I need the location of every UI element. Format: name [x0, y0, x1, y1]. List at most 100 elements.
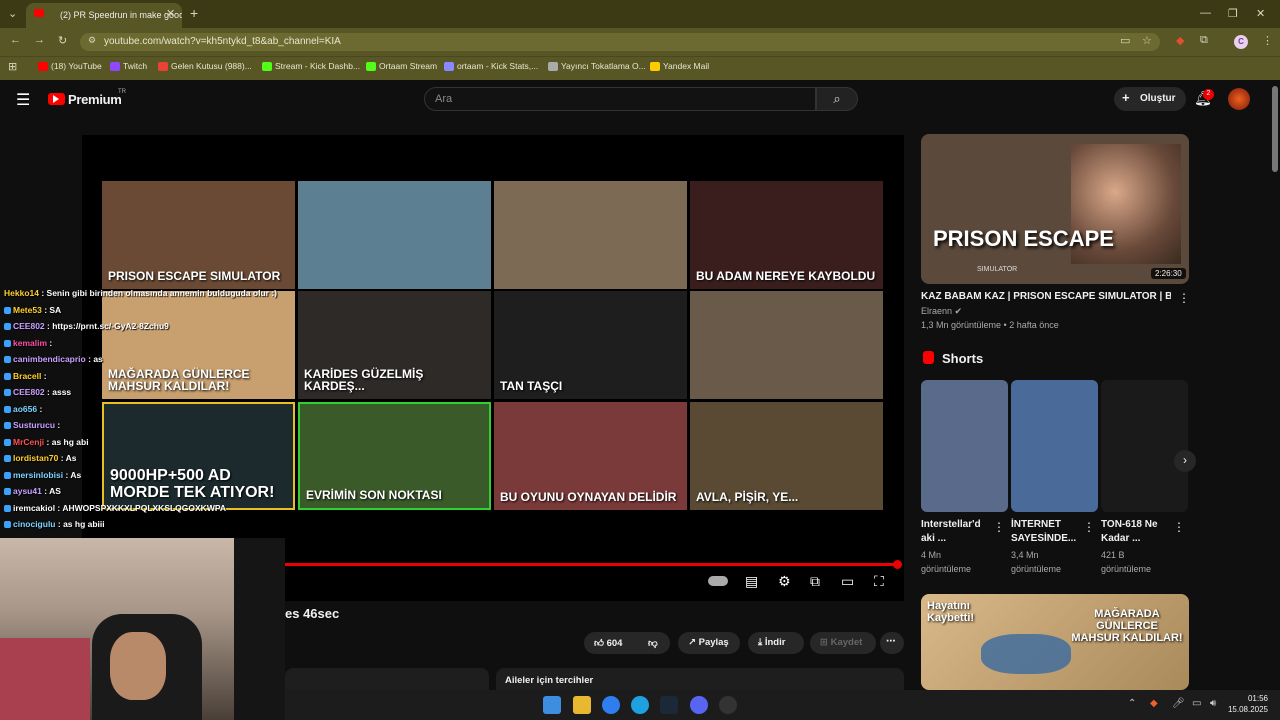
- short-options-icon[interactable]: ⋮: [993, 520, 1005, 534]
- tray-chevron-icon[interactable]: ⌃: [1128, 698, 1136, 709]
- chat-separator: :: [41, 370, 47, 381]
- bookmark-item[interactable]: ortaam - Kick Stats,...: [444, 61, 538, 72]
- recommended-thumbnail[interactable]: PRISON ESCAPE SIMULATOR 2:26:30: [921, 134, 1189, 284]
- like-button[interactable]: 👍︎ 604 👎︎: [584, 632, 670, 654]
- theater-mode-icon[interactable]: ▭: [841, 573, 854, 590]
- endscreen-video-tile[interactable]: BU ADAM NEREYE KAYBOLDU: [690, 181, 883, 289]
- bookmark-item[interactable]: Stream - Kick Dashb...: [262, 61, 360, 72]
- bookmark-item[interactable]: Yayıncı Tokatlama O...: [548, 61, 646, 72]
- close-tab-icon[interactable]: ✕: [166, 7, 175, 20]
- discord-icon[interactable]: [690, 696, 708, 714]
- tray-app-icon[interactable]: ◆: [1150, 698, 1158, 709]
- endscreen-video-tile[interactable]: TAN TAŞÇI: [494, 291, 687, 399]
- edge-icon[interactable]: [631, 696, 649, 714]
- chat-message: canimbendicaprio : as: [4, 354, 103, 364]
- bookmark-item[interactable]: Ortaam Stream: [366, 61, 437, 72]
- chrome-icon[interactable]: [602, 696, 620, 714]
- endscreen-video-tile[interactable]: [298, 181, 491, 289]
- menu-kebab-icon[interactable]: ⋮: [1262, 34, 1273, 47]
- short-title[interactable]: TON-618 Ne Kadar ...: [1101, 518, 1167, 546]
- bookmark-star-icon[interactable]: ☆: [1142, 34, 1152, 47]
- channel-name[interactable]: Elraenn ✔: [921, 306, 962, 317]
- settings-gear-icon[interactable]: ⚙: [778, 573, 791, 590]
- download-button[interactable]: ⤓ İndir: [748, 632, 804, 654]
- forward-icon[interactable]: →: [34, 34, 45, 46]
- search-input[interactable]: Ara: [424, 87, 816, 111]
- extension-icon[interactable]: ◆: [1176, 34, 1184, 47]
- obs-icon[interactable]: [719, 696, 737, 714]
- short-title[interactable]: İNTERNET SAYESİNDE...: [1011, 518, 1077, 546]
- progress-bar[interactable]: [285, 563, 897, 566]
- subtitles-icon[interactable]: ▤: [745, 573, 758, 590]
- endscreen-video-tile[interactable]: 9000HP+500 AD MORDE TEK ATIYOR!: [102, 402, 295, 510]
- search-button[interactable]: ⌕: [816, 87, 858, 111]
- tab-list-icon[interactable]: ⌄: [8, 7, 17, 20]
- endscreen-video-tile[interactable]: AVLA, PİŞİR, YE...: [690, 402, 883, 510]
- endscreen-video-tile[interactable]: MAĞARADA GÜNLERCE MAHSUR KALDILAR!: [102, 291, 295, 399]
- minimize-icon[interactable]: —: [1200, 7, 1211, 19]
- short-options-icon[interactable]: ⋮: [1083, 520, 1095, 534]
- short-thumbnail[interactable]: [921, 380, 1008, 512]
- miniplayer-icon[interactable]: ⧉: [810, 573, 820, 590]
- short-thumbnail[interactable]: [1101, 380, 1188, 512]
- hamburger-menu-icon[interactable]: ☰: [16, 90, 30, 110]
- file-explorer-icon[interactable]: [573, 696, 591, 714]
- short-thumbnail[interactable]: [1011, 380, 1098, 512]
- reload-icon[interactable]: ↻: [58, 34, 67, 47]
- fullscreen-icon[interactable]: ⛶: [874, 573, 884, 590]
- endscreen-video-tile[interactable]: BU OYUNU OYNAYAN DELİDİR: [494, 402, 687, 510]
- apps-grid-icon[interactable]: ⊞: [8, 60, 17, 73]
- video-meta: 1,3 Mn görüntüleme • 2 hafta önce: [921, 320, 1059, 330]
- microphone-icon[interactable]: 🎤︎: [1172, 698, 1185, 709]
- new-tab-icon[interactable]: +: [190, 5, 198, 21]
- bookmark-item[interactable]: Gelen Kutusu (988)...: [158, 61, 252, 72]
- maximize-icon[interactable]: ❐: [1228, 7, 1238, 20]
- chat-badge-icon: [4, 488, 11, 496]
- window-close-icon[interactable]: ✕: [1256, 7, 1265, 20]
- page-scrollbar[interactable]: [1272, 86, 1278, 172]
- endscreen-video-tile[interactable]: PRISON ESCAPE SIMULATOR: [102, 181, 295, 289]
- recommended-video-title[interactable]: KAZ BABAM KAZ | PRISON ESCAPE SIMULATOR …: [921, 291, 1171, 302]
- bookmark-item[interactable]: Twitch: [110, 61, 147, 72]
- thumbs-down-icon[interactable]: 👎︎: [648, 637, 658, 649]
- chat-badge-icon: [4, 389, 11, 397]
- short-options-icon[interactable]: ⋮: [1173, 520, 1185, 534]
- volume-icon[interactable]: 🔊︎: [1210, 698, 1216, 709]
- account-avatar[interactable]: [1228, 88, 1250, 110]
- shorts-next-arrow-icon[interactable]: ›: [1174, 450, 1196, 472]
- site-info-icon[interactable]: ⚙: [88, 35, 96, 46]
- endscreen-video-tile[interactable]: KARİDES GÜZELMİŞ KARDEŞ...: [298, 291, 491, 399]
- endscreen-video-tile[interactable]: EVRİMİN SON NOKTASI: [298, 402, 491, 510]
- thumbnail-subtitle: SIMULATOR: [977, 266, 1018, 273]
- browser-tab[interactable]: (2) PR Speedrun in make good: [26, 3, 182, 28]
- save-button[interactable]: ⊞ Kaydet: [810, 632, 876, 654]
- clock-time[interactable]: 01:56: [1236, 694, 1268, 703]
- chat-username: cinocigulu: [13, 519, 56, 529]
- short-title[interactable]: Interstellar'd aki ...: [921, 518, 987, 546]
- shorts-heading: Shorts: [942, 351, 984, 366]
- network-icon[interactable]: ▭: [1192, 698, 1201, 709]
- start-windows-icon[interactable]: [543, 696, 561, 714]
- youtube-logo-text[interactable]: Premium: [68, 92, 122, 107]
- endscreen-video-tile[interactable]: [494, 181, 687, 289]
- endscreen-video-tile[interactable]: [690, 291, 883, 399]
- bookmark-item[interactable]: Yandex Mail: [650, 61, 709, 72]
- clock-date[interactable]: 15.08.2025: [1222, 705, 1268, 714]
- back-icon[interactable]: ←: [10, 34, 21, 46]
- video-options-icon[interactable]: ⋮: [1178, 291, 1190, 305]
- cast-icon[interactable]: ▭: [1120, 34, 1130, 47]
- profile-avatar[interactable]: C: [1234, 35, 1248, 49]
- more-actions-button[interactable]: ⋯: [880, 632, 904, 654]
- progress-scrubber[interactable]: [893, 560, 902, 569]
- extensions-puzzle-icon[interactable]: ⧉: [1200, 34, 1208, 47]
- share-button[interactable]: ↗ Paylaş: [678, 632, 740, 654]
- steam-icon[interactable]: [660, 696, 678, 714]
- url-field[interactable]: youtube.com/watch?v=kh5ntykd_t8&ab_chann…: [80, 33, 1160, 51]
- create-button[interactable]: + Oluştur: [1114, 87, 1186, 111]
- next-recommended-thumbnail[interactable]: Hayatını Kaybetti! MAĞARADA GÜNLERCE MAH…: [921, 594, 1189, 690]
- autoplay-toggle[interactable]: [708, 576, 728, 586]
- bookmark-item[interactable]: (18) YouTube: [38, 61, 102, 72]
- family-preferences-panel[interactable]: Aileler için tercihler: [496, 668, 904, 690]
- save-icon: ⊞: [820, 637, 828, 648]
- description-box[interactable]: [285, 668, 489, 690]
